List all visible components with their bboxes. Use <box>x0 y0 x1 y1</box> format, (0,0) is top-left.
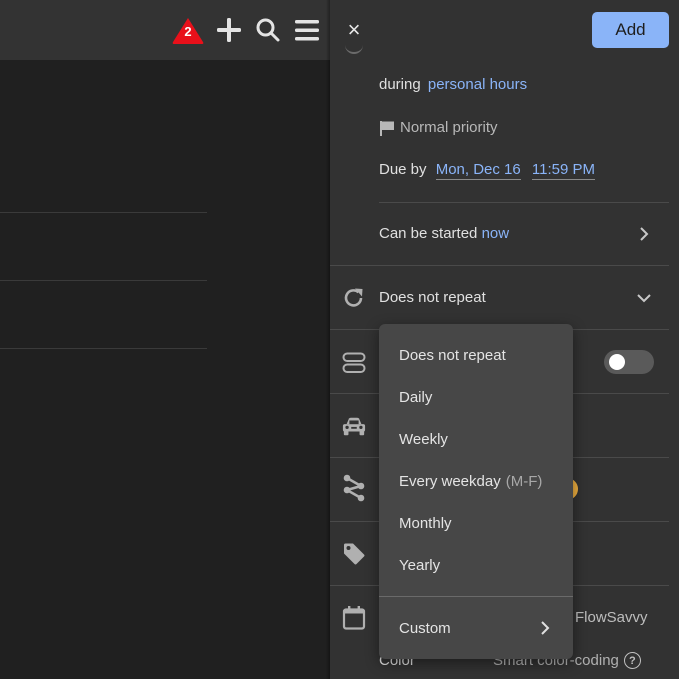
menu-item-label: Monthly <box>399 514 452 532</box>
split-toggle[interactable] <box>604 350 654 374</box>
due-date-field[interactable]: Mon, Dec 16 <box>435 161 521 180</box>
start-row[interactable]: Can be started now <box>379 225 509 242</box>
search-button[interactable] <box>254 14 282 46</box>
search-icon <box>256 18 280 42</box>
repeat-selector[interactable]: Does not repeat <box>379 289 486 306</box>
menu-item-does-not-repeat[interactable]: Does not repeat <box>379 334 573 376</box>
add-task-button[interactable] <box>215 14 243 46</box>
dependency-icon <box>342 474 366 502</box>
split-icon <box>342 351 366 375</box>
menu-button[interactable] <box>293 14 321 46</box>
alert-count: 2 <box>184 24 192 39</box>
menu-item-label: Daily <box>399 388 433 406</box>
menu-item-weekly[interactable]: Weekly <box>379 418 573 460</box>
car-icon <box>342 414 366 438</box>
during-label: during <box>379 76 421 93</box>
divider <box>379 202 669 203</box>
menu-item-label: Weekly <box>399 430 448 448</box>
priority-label: Normal priority <box>400 119 498 136</box>
toggle-knob <box>609 354 625 370</box>
calendar-value[interactable]: FlowSavvy <box>575 609 648 626</box>
start-value: now <box>481 225 510 242</box>
list-divider <box>0 348 207 349</box>
chevron-right-icon <box>541 621 550 635</box>
menu-item-every-weekday[interactable]: Every weekday (M-F) <box>379 460 573 502</box>
menu-item-custom[interactable]: Custom <box>379 607 573 649</box>
scroll-indicator <box>345 44 363 54</box>
menu-item-label: Every weekday <box>399 472 501 490</box>
due-time-field[interactable]: 11:59 PM <box>531 161 596 180</box>
list-divider <box>0 212 207 213</box>
menu-item-daily[interactable]: Daily <box>379 376 573 418</box>
chevron-down-icon[interactable] <box>635 289 653 307</box>
plus-icon <box>217 18 241 42</box>
menu-divider <box>379 596 573 597</box>
repeat-icon <box>342 286 366 310</box>
hamburger-menu-icon <box>295 20 319 41</box>
top-bar: 2 <box>0 0 330 60</box>
close-button[interactable]: × <box>344 18 364 42</box>
menu-item-monthly[interactable]: Monthly <box>379 502 573 544</box>
menu-item-sublabel: (M-F) <box>505 472 543 490</box>
hours-link[interactable]: personal hours <box>428 76 527 93</box>
calendar-icon <box>342 606 366 630</box>
start-label: Can be started <box>379 225 478 242</box>
menu-item-label: Yearly <box>399 556 441 574</box>
tag-icon <box>342 542 366 566</box>
app-root: 2 × Add during personal hours Normal pri… <box>0 0 679 679</box>
hours-row: during personal hours <box>379 76 527 93</box>
help-icon[interactable]: ? <box>623 652 641 669</box>
menu-item-yearly[interactable]: Yearly <box>379 544 573 586</box>
repeat-dropdown-menu: Does not repeat Daily Weekly Every weekd… <box>379 324 573 659</box>
alert-button[interactable]: 2 <box>171 14 205 46</box>
add-button[interactable]: Add <box>592 12 669 48</box>
main-content <box>0 60 330 679</box>
flag-icon <box>380 120 394 136</box>
menu-item-label: Does not repeat <box>399 346 506 364</box>
due-row: Due by Mon, Dec 16 11:59 PM <box>379 161 596 180</box>
chevron-right-icon[interactable] <box>635 225 653 243</box>
menu-item-label: Custom <box>399 619 451 637</box>
priority-selector[interactable]: Normal priority <box>379 119 498 136</box>
due-label: Due by <box>379 161 427 178</box>
list-divider <box>0 280 207 281</box>
divider <box>330 265 669 266</box>
